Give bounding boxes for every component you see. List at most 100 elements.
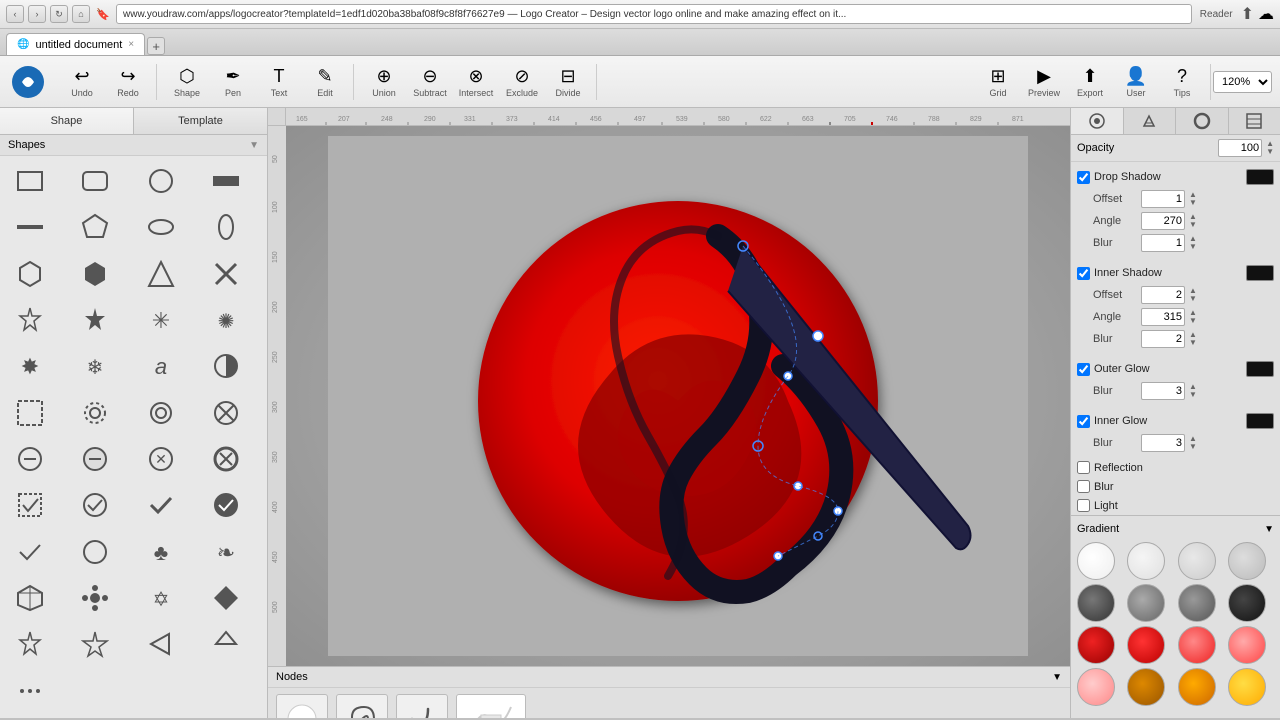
- drop-shadow-angle-input[interactable]: [1141, 212, 1185, 230]
- address-bar[interactable]: [116, 4, 1192, 24]
- canvas-svg[interactable]: [328, 136, 1028, 656]
- shape-x[interactable]: [200, 253, 252, 295]
- inner-shadow-angle-input[interactable]: [1141, 308, 1185, 326]
- shape-arrow-up[interactable]: [200, 623, 252, 665]
- drop-shadow-color[interactable]: [1246, 169, 1274, 185]
- gradient-swatch-orange[interactable]: [1178, 668, 1216, 706]
- shape-target[interactable]: [135, 392, 187, 434]
- gradient-swatch-red2[interactable]: [1127, 626, 1165, 664]
- shape-hexagon[interactable]: [4, 253, 56, 295]
- node-tool-hook[interactable]: [396, 694, 448, 718]
- shape-play-left[interactable]: [135, 623, 187, 665]
- inner-shadow-angle-arrows[interactable]: ▲ ▼: [1189, 309, 1197, 325]
- canvas-scroll[interactable]: [286, 126, 1070, 666]
- shape-rect[interactable]: [4, 160, 56, 202]
- drop-shadow-offset-down[interactable]: ▼: [1189, 199, 1197, 207]
- gradient-swatch-darkgray[interactable]: [1077, 584, 1115, 622]
- right-tab-more[interactable]: [1229, 108, 1280, 134]
- gradient-swatch-gray2[interactable]: [1178, 584, 1216, 622]
- shape-circle[interactable]: [135, 160, 187, 202]
- drop-shadow-checkbox[interactable]: [1077, 171, 1090, 184]
- tab-close-button[interactable]: ×: [128, 39, 134, 50]
- shapes-header-arrow[interactable]: ▼: [249, 140, 259, 151]
- shape-star5[interactable]: [69, 299, 121, 341]
- shape-asterisk[interactable]: ✸: [4, 345, 56, 387]
- back-button[interactable]: ‹: [6, 5, 24, 23]
- divide-button[interactable]: ⊟ Divide: [546, 64, 590, 100]
- gradient-swatch-red1[interactable]: [1077, 626, 1115, 664]
- user-button[interactable]: 👤 User: [1114, 64, 1158, 100]
- preview-button[interactable]: ▶ Preview: [1022, 64, 1066, 100]
- shape-check-circle[interactable]: [69, 484, 121, 526]
- export-button[interactable]: ⬆ Export: [1068, 64, 1112, 100]
- inner-glow-blur-arrows[interactable]: ▲ ▼: [1189, 435, 1197, 451]
- shape-triangle[interactable]: [135, 253, 187, 295]
- shape-snowflake[interactable]: ❄: [69, 345, 121, 387]
- pen-button[interactable]: ✒ Pen: [211, 64, 255, 100]
- drop-shadow-offset-input[interactable]: [1141, 190, 1185, 208]
- shape-check-circle2[interactable]: [200, 484, 252, 526]
- tab-shape[interactable]: Shape: [0, 108, 134, 134]
- exclude-button[interactable]: ⊘ Exclude: [500, 64, 544, 100]
- gradient-swatch-yellow[interactable]: [1228, 668, 1266, 706]
- active-tab[interactable]: 🌐 untitled document ×: [6, 33, 145, 55]
- shape-cogwheel[interactable]: [69, 392, 121, 434]
- shape-star8[interactable]: ✳: [135, 299, 187, 341]
- drop-shadow-angle-down[interactable]: ▼: [1189, 221, 1197, 229]
- text-button[interactable]: T Text: [257, 64, 301, 100]
- gradient-swatch-red-light[interactable]: [1178, 626, 1216, 664]
- forward-button[interactable]: ›: [28, 5, 46, 23]
- cloud-icon[interactable]: ☁: [1258, 4, 1274, 24]
- shape-letter-a[interactable]: a: [135, 345, 187, 387]
- shape-check-mark[interactable]: [135, 484, 187, 526]
- gradient-swatch-lightgray[interactable]: [1178, 542, 1216, 580]
- opacity-arrows[interactable]: ▲ ▼: [1266, 140, 1274, 156]
- shape-xcircle1[interactable]: [4, 438, 56, 480]
- shape-ellipse-v[interactable]: [200, 206, 252, 248]
- shape-line[interactable]: [4, 206, 56, 248]
- subtract-button[interactable]: ⊖ Subtract: [408, 64, 452, 100]
- new-tab-button[interactable]: +: [147, 37, 165, 55]
- shape-pentagon[interactable]: [69, 206, 121, 248]
- shape-clubs[interactable]: ♣: [135, 531, 187, 573]
- inner-shadow-color[interactable]: [1246, 265, 1274, 281]
- inner-glow-blur-input[interactable]: [1141, 434, 1185, 452]
- shape-ring[interactable]: [69, 531, 121, 573]
- nodes-bar-expand[interactable]: ▼: [1052, 672, 1062, 683]
- inner-shadow-offset-arrows[interactable]: ▲ ▼: [1189, 287, 1197, 303]
- refresh-button[interactable]: ↻: [50, 5, 68, 23]
- share-icon[interactable]: ⬆: [1241, 4, 1254, 24]
- gradient-swatch-white1[interactable]: [1077, 542, 1115, 580]
- node-tool-dot[interactable]: [276, 694, 328, 718]
- tips-button[interactable]: ? Tips: [1160, 64, 1204, 100]
- shape-xcircle3[interactable]: ✕: [135, 438, 187, 480]
- shape-half-circle[interactable]: [200, 345, 252, 387]
- gradient-swatch-lightgray2[interactable]: [1228, 542, 1266, 580]
- drop-shadow-blur-down[interactable]: ▼: [1189, 243, 1197, 251]
- shape-check2[interactable]: [4, 531, 56, 573]
- gradient-swatch-pink[interactable]: [1077, 668, 1115, 706]
- shape-xcircle4[interactable]: [200, 438, 252, 480]
- drop-shadow-blur-input[interactable]: [1141, 234, 1185, 252]
- shape-star6[interactable]: [4, 299, 56, 341]
- blur-checkbox[interactable]: [1077, 480, 1090, 493]
- right-tab-effects[interactable]: [1071, 108, 1124, 134]
- gradient-swatch-orange-dark[interactable]: [1127, 668, 1165, 706]
- redo-button[interactable]: ↪ Redo: [106, 64, 150, 100]
- shape-star-outline[interactable]: [69, 623, 121, 665]
- undo-button[interactable]: ↩ Undo: [60, 64, 104, 100]
- shape-hexagon-dot[interactable]: [69, 253, 121, 295]
- shape-star-of-david[interactable]: ✡: [135, 577, 187, 619]
- outer-glow-color[interactable]: [1246, 361, 1274, 377]
- shape-xcircle2[interactable]: [69, 438, 121, 480]
- inner-shadow-checkbox[interactable]: [1077, 267, 1090, 280]
- shape-rounded-rect[interactable]: [69, 160, 121, 202]
- intersect-button[interactable]: ⊗ Intersect: [454, 64, 498, 100]
- union-button[interactable]: ⊕ Union: [362, 64, 406, 100]
- gradient-swatch-gray[interactable]: [1127, 584, 1165, 622]
- grid-button[interactable]: ⊞ Grid: [976, 64, 1020, 100]
- shape-clover[interactable]: ❧: [200, 531, 252, 573]
- tab-template[interactable]: Template: [134, 108, 267, 134]
- inner-glow-checkbox[interactable]: [1077, 415, 1090, 428]
- shape-star12[interactable]: ✺: [200, 299, 252, 341]
